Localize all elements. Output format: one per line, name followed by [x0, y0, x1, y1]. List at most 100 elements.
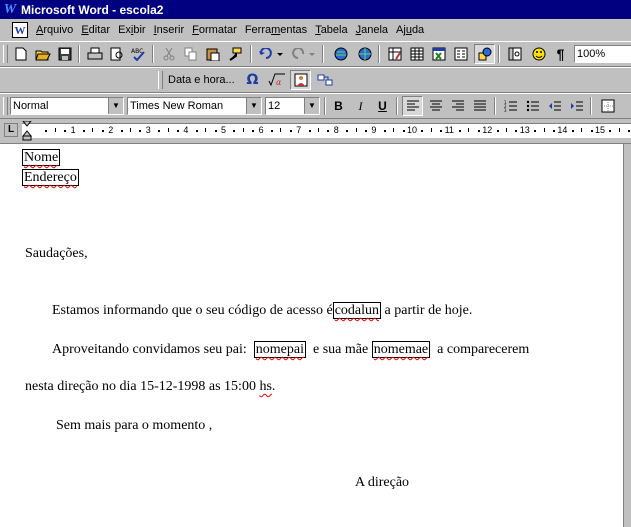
svg-text:α: α [276, 78, 282, 87]
merge-field-nome[interactable]: Nome [22, 149, 61, 166]
chevron-down-icon[interactable]: ▼ [304, 98, 319, 114]
menu-item-inserir[interactable]: Inserir [150, 24, 189, 36]
style-combo[interactable]: Normal ▼ [10, 97, 124, 115]
document-page[interactable]: Nome Endereço Saudações, Estamos informa… [0, 144, 623, 527]
ruler-number: 9 [371, 125, 377, 135]
redo-icon[interactable] [288, 44, 318, 64]
paragraph-3: nesta direção no dia 15-12-1998 as 15:00… [25, 379, 276, 394]
toolbar-grip[interactable] [3, 97, 8, 115]
insert-table-icon[interactable] [406, 44, 427, 64]
underline-button[interactable]: U [372, 96, 393, 116]
greeting-line: Saudações, [25, 246, 88, 261]
indent-markers[interactable] [22, 121, 34, 141]
document-map-icon[interactable] [504, 44, 525, 64]
merge-field-nomepai[interactable]: nomepai [253, 341, 307, 358]
save-icon[interactable] [54, 44, 75, 64]
increase-indent-icon[interactable] [566, 96, 587, 116]
spelling-error-hs[interactable]: hs [259, 379, 271, 394]
justify-icon[interactable] [469, 96, 490, 116]
zoom-combo[interactable]: 100% [574, 45, 631, 63]
font-combo[interactable]: Times New Roman ▼ [127, 97, 262, 115]
word-app-icon[interactable]: W [3, 2, 17, 17]
insert-excel-icon[interactable] [428, 44, 449, 64]
ruler-number: 13 [519, 125, 530, 135]
undo-icon[interactable] [256, 44, 286, 64]
toolbar-grip[interactable] [3, 45, 8, 63]
ruler-number: 7 [296, 125, 302, 135]
ruler-number: 8 [333, 125, 339, 135]
style-value: Normal [13, 100, 49, 112]
merge-field-codalun[interactable]: codalun [332, 302, 382, 319]
menu-item-ajuda[interactable]: Ajuda [392, 24, 428, 36]
menu-item-editar[interactable]: Editar [77, 24, 114, 36]
numbering-icon[interactable]: 123 [500, 96, 521, 116]
columns-icon[interactable] [450, 44, 471, 64]
borders-icon[interactable] [597, 96, 618, 116]
align-right-icon[interactable] [447, 96, 468, 116]
bold-button[interactable]: B [328, 96, 349, 116]
ruler-number: 15 [595, 125, 606, 135]
window-title: Microsoft Word - escola2 [21, 2, 164, 17]
show-hide-paragraph-icon[interactable]: ¶ [550, 44, 571, 64]
paste-icon[interactable] [202, 44, 223, 64]
bullets-icon[interactable] [522, 96, 543, 116]
print-preview-icon[interactable] [106, 44, 127, 64]
vertical-scrollbar[interactable] [623, 144, 631, 527]
new-document-icon[interactable] [10, 44, 31, 64]
cut-icon[interactable] [158, 44, 179, 64]
paragraph-2: Aproveitando convidamos seu pai: nomepai… [52, 341, 530, 358]
insert-object-icon[interactable] [314, 70, 335, 90]
date-time-button[interactable]: Data e hora... [166, 70, 240, 90]
ruler-number: 3 [145, 125, 151, 135]
menu-bar: W Arquivo Editar Exibir Inserir Formatar Ferr… [0, 19, 631, 42]
insert-picture-icon[interactable] [290, 70, 311, 90]
tables-borders-icon[interactable] [384, 44, 405, 64]
align-left-icon[interactable] [402, 96, 423, 116]
chevron-down-icon[interactable]: ▼ [246, 98, 261, 114]
spelling-icon[interactable]: ABC [128, 44, 149, 64]
decrease-indent-icon[interactable] [544, 96, 565, 116]
ruler-number: 12 [482, 125, 493, 135]
menu-item-arquivo[interactable]: Arquivo [32, 24, 77, 36]
tab-selector[interactable]: L [4, 123, 18, 137]
ruler-number: 11 [444, 125, 454, 135]
ruler-number: 5 [221, 125, 227, 135]
format-painter-icon[interactable] [224, 44, 245, 64]
omega-icon[interactable]: Ω [242, 70, 263, 90]
font-size-combo[interactable]: 12 ▼ [265, 97, 320, 115]
merge-field-nomemae[interactable]: nomemae [371, 341, 431, 358]
drawing-icon[interactable] [474, 44, 495, 64]
menu-item-ferramentas[interactable]: Ferramentas [241, 24, 311, 36]
equation-icon[interactable]: α [266, 70, 287, 90]
horizontal-ruler[interactable]: L 1 2 3 4 5 6 7 8 9 10 11 12 13 14 15 [0, 119, 631, 144]
print-icon[interactable] [84, 44, 105, 64]
standard-toolbar: ABC ¶ 100% [0, 41, 631, 67]
menu-item-formatar[interactable]: Formatar [188, 24, 241, 36]
signature-line: A direção [355, 475, 410, 490]
menu-items: Arquivo Editar Exibir Inserir Formatar Ferram… [32, 24, 428, 36]
font-size-value: 12 [268, 100, 281, 112]
align-center-icon[interactable] [425, 96, 446, 116]
svg-text:3: 3 [504, 108, 507, 112]
document-icon[interactable]: W [12, 22, 28, 38]
ruler-number: 6 [258, 125, 264, 135]
formatting-toolbar: Normal ▼ Times New Roman ▼ 12 ▼ B I U 123 [0, 93, 631, 119]
web-toolbar-icon[interactable] [354, 44, 375, 64]
open-folder-icon[interactable] [32, 44, 53, 64]
paragraph-1: Estamos informando que o seu código de a… [52, 302, 473, 319]
closing-line: Sem mais para o momento , [56, 418, 213, 433]
insert-hyperlink-icon[interactable] [330, 44, 351, 64]
chevron-down-icon[interactable]: ▼ [108, 98, 123, 114]
copy-icon[interactable] [180, 44, 201, 64]
menu-item-janela[interactable]: Janela [352, 24, 392, 36]
menu-item-exibir[interactable]: Exibir [114, 24, 150, 36]
ruler-strip: 1 2 3 4 5 6 7 8 9 10 11 12 13 14 15 [22, 121, 631, 141]
title-bar: W Microsoft Word - escola2 [0, 0, 631, 19]
toolbar-grip[interactable] [158, 71, 163, 89]
insert-toolbar: Data e hora... Ω α [0, 67, 631, 93]
italic-button[interactable]: I [350, 96, 371, 116]
menu-item-tabela[interactable]: Tabela [311, 24, 351, 36]
merge-field-endereco[interactable]: Endereço [22, 169, 79, 186]
ruler-number: 10 [407, 125, 418, 135]
office-assistant-icon[interactable] [528, 44, 549, 64]
